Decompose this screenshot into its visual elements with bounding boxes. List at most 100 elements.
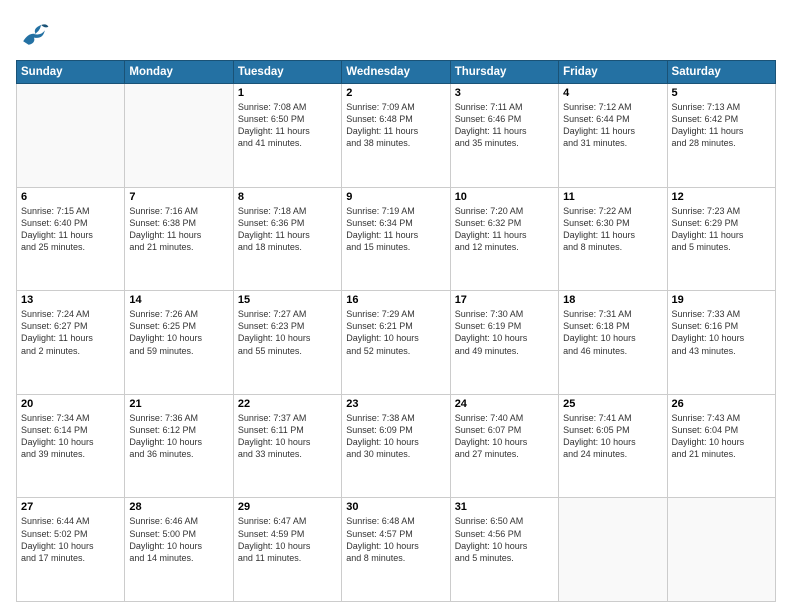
cell-day-number: 5 — [672, 87, 771, 99]
calendar-week-3: 13 Sunrise: 7:24 AM Sunset: 6:27 PM Dayli… — [17, 291, 776, 395]
cell-info: Sunrise: 7:34 AM Sunset: 6:14 PM Dayligh… — [21, 412, 120, 461]
calendar-cell: 15 Sunrise: 7:27 AM Sunset: 6:23 PM Dayli… — [233, 291, 341, 395]
calendar-cell — [667, 498, 775, 602]
calendar-cell: 23 Sunrise: 7:38 AM Sunset: 6:09 PM Dayli… — [342, 394, 450, 498]
cell-info: Sunrise: 7:24 AM Sunset: 6:27 PM Dayligh… — [21, 308, 120, 357]
cell-info: Sunrise: 7:43 AM Sunset: 6:04 PM Dayligh… — [672, 412, 771, 461]
logo-icon — [16, 16, 52, 52]
logo — [16, 16, 54, 52]
calendar-cell: 24 Sunrise: 7:40 AM Sunset: 6:07 PM Dayli… — [450, 394, 558, 498]
calendar-cell: 29Sunrise: 6:47 AM Sunset: 4:59 PM Dayli… — [233, 498, 341, 602]
cell-info: Sunrise: 7:13 AM Sunset: 6:42 PM Dayligh… — [672, 101, 771, 150]
day-header-saturday: Saturday — [667, 61, 775, 84]
cell-day-number: 13 — [21, 294, 120, 306]
calendar-cell: 14Sunrise: 7:26 AM Sunset: 6:25 PM Dayli… — [125, 291, 233, 395]
calendar-cell: 3 Sunrise: 7:11 AM Sunset: 6:46 PM Daylig… — [450, 84, 558, 188]
calendar-cell: 6 Sunrise: 7:15 AM Sunset: 6:40 PM Daylig… — [17, 187, 125, 291]
calendar-cell: 10 Sunrise: 7:20 AM Sunset: 6:32 PM Dayli… — [450, 187, 558, 291]
calendar-cell: 27Sunrise: 6:44 AM Sunset: 5:02 PM Dayli… — [17, 498, 125, 602]
day-header-wednesday: Wednesday — [342, 61, 450, 84]
cell-info: Sunrise: 7:37 AM Sunset: 6:11 PM Dayligh… — [238, 412, 337, 461]
cell-day-number: 28 — [129, 501, 228, 513]
cell-info: Sunrise: 7:41 AM Sunset: 6:05 PM Dayligh… — [563, 412, 662, 461]
calendar-week-2: 6 Sunrise: 7:15 AM Sunset: 6:40 PM Daylig… — [17, 187, 776, 291]
calendar-cell: 26 Sunrise: 7:43 AM Sunset: 6:04 PM Dayli… — [667, 394, 775, 498]
cell-info: Sunrise: 7:30 AM Sunset: 6:19 PM Dayligh… — [455, 308, 554, 357]
calendar-cell — [17, 84, 125, 188]
cell-day-number: 7 — [129, 191, 228, 203]
cell-day-number: 8 — [238, 191, 337, 203]
cell-day-number: 2 — [346, 87, 445, 99]
calendar-cell: 13 Sunrise: 7:24 AM Sunset: 6:27 PM Dayli… — [17, 291, 125, 395]
calendar-cell: 9 Sunrise: 7:19 AM Sunset: 6:34 PM Daylig… — [342, 187, 450, 291]
cell-info: Sunrise: 6:50 AM Sunset: 4:56 PM Dayligh… — [455, 515, 554, 564]
cell-day-number: 21 — [129, 398, 228, 410]
calendar-cell: 16 Sunrise: 7:29 AM Sunset: 6:21 PM Dayli… — [342, 291, 450, 395]
cell-day-number: 10 — [455, 191, 554, 203]
calendar-cell: 5 Sunrise: 7:13 AM Sunset: 6:42 PM Daylig… — [667, 84, 775, 188]
cell-day-number: 25 — [563, 398, 662, 410]
cell-info: Sunrise: 7:20 AM Sunset: 6:32 PM Dayligh… — [455, 205, 554, 254]
calendar-cell: 7 Sunrise: 7:16 AM Sunset: 6:38 PM Daylig… — [125, 187, 233, 291]
calendar-week-4: 20Sunrise: 7:34 AM Sunset: 6:14 PM Dayli… — [17, 394, 776, 498]
cell-info: Sunrise: 6:44 AM Sunset: 5:02 PM Dayligh… — [21, 515, 120, 564]
day-header-friday: Friday — [559, 61, 667, 84]
calendar-cell — [559, 498, 667, 602]
cell-info: Sunrise: 7:16 AM Sunset: 6:38 PM Dayligh… — [129, 205, 228, 254]
day-header-tuesday: Tuesday — [233, 61, 341, 84]
cell-info: Sunrise: 7:33 AM Sunset: 6:16 PM Dayligh… — [672, 308, 771, 357]
cell-day-number: 23 — [346, 398, 445, 410]
cell-day-number: 30 — [346, 501, 445, 513]
cell-info: Sunrise: 7:27 AM Sunset: 6:23 PM Dayligh… — [238, 308, 337, 357]
cell-info: Sunrise: 7:40 AM Sunset: 6:07 PM Dayligh… — [455, 412, 554, 461]
cell-day-number: 19 — [672, 294, 771, 306]
cell-day-number: 29 — [238, 501, 337, 513]
cell-day-number: 6 — [21, 191, 120, 203]
cell-day-number: 12 — [672, 191, 771, 203]
calendar-cell: 20Sunrise: 7:34 AM Sunset: 6:14 PM Dayli… — [17, 394, 125, 498]
cell-day-number: 3 — [455, 87, 554, 99]
cell-info: Sunrise: 7:08 AM Sunset: 6:50 PM Dayligh… — [238, 101, 337, 150]
cell-day-number: 18 — [563, 294, 662, 306]
calendar-cell: 22 Sunrise: 7:37 AM Sunset: 6:11 PM Dayli… — [233, 394, 341, 498]
cell-info: Sunrise: 7:29 AM Sunset: 6:21 PM Dayligh… — [346, 308, 445, 357]
calendar-cell: 11Sunrise: 7:22 AM Sunset: 6:30 PM Dayli… — [559, 187, 667, 291]
calendar-cell: 30 Sunrise: 6:48 AM Sunset: 4:57 PM Dayli… — [342, 498, 450, 602]
calendar-cell: 31 Sunrise: 6:50 AM Sunset: 4:56 PM Dayli… — [450, 498, 558, 602]
cell-day-number: 9 — [346, 191, 445, 203]
calendar-cell — [125, 84, 233, 188]
day-header-thursday: Thursday — [450, 61, 558, 84]
calendar-cell: 8 Sunrise: 7:18 AM Sunset: 6:36 PM Daylig… — [233, 187, 341, 291]
calendar-cell: 1 Sunrise: 7:08 AM Sunset: 6:50 PM Daylig… — [233, 84, 341, 188]
cell-info: Sunrise: 7:38 AM Sunset: 6:09 PM Dayligh… — [346, 412, 445, 461]
cell-info: Sunrise: 7:19 AM Sunset: 6:34 PM Dayligh… — [346, 205, 445, 254]
cell-day-number: 26 — [672, 398, 771, 410]
calendar-cell: 18Sunrise: 7:31 AM Sunset: 6:18 PM Dayli… — [559, 291, 667, 395]
day-header-monday: Monday — [125, 61, 233, 84]
cell-info: Sunrise: 7:11 AM Sunset: 6:46 PM Dayligh… — [455, 101, 554, 150]
cell-info: Sunrise: 6:48 AM Sunset: 4:57 PM Dayligh… — [346, 515, 445, 564]
cell-day-number: 22 — [238, 398, 337, 410]
cell-info: Sunrise: 7:36 AM Sunset: 6:12 PM Dayligh… — [129, 412, 228, 461]
cell-info: Sunrise: 7:15 AM Sunset: 6:40 PM Dayligh… — [21, 205, 120, 254]
cell-day-number: 17 — [455, 294, 554, 306]
cell-day-number: 15 — [238, 294, 337, 306]
cell-day-number: 14 — [129, 294, 228, 306]
cell-info: Sunrise: 7:09 AM Sunset: 6:48 PM Dayligh… — [346, 101, 445, 150]
calendar-week-1: 1 Sunrise: 7:08 AM Sunset: 6:50 PM Daylig… — [17, 84, 776, 188]
calendar-cell: 4Sunrise: 7:12 AM Sunset: 6:44 PM Daylig… — [559, 84, 667, 188]
calendar-table: SundayMondayTuesdayWednesdayThursdayFrid… — [16, 60, 776, 602]
cell-day-number: 24 — [455, 398, 554, 410]
cell-day-number: 1 — [238, 87, 337, 99]
calendar-cell: 25 Sunrise: 7:41 AM Sunset: 6:05 PM Dayli… — [559, 394, 667, 498]
cell-info: Sunrise: 7:12 AM Sunset: 6:44 PM Dayligh… — [563, 101, 662, 150]
page: SundayMondayTuesdayWednesdayThursdayFrid… — [0, 0, 792, 612]
cell-info: Sunrise: 6:46 AM Sunset: 5:00 PM Dayligh… — [129, 515, 228, 564]
header — [16, 16, 776, 52]
cell-day-number: 11 — [563, 191, 662, 203]
cell-info: Sunrise: 7:18 AM Sunset: 6:36 PM Dayligh… — [238, 205, 337, 254]
calendar-cell: 28 Sunrise: 6:46 AM Sunset: 5:00 PM Dayli… — [125, 498, 233, 602]
cell-day-number: 16 — [346, 294, 445, 306]
cell-day-number: 31 — [455, 501, 554, 513]
calendar-header-row: SundayMondayTuesdayWednesdayThursdayFrid… — [17, 61, 776, 84]
